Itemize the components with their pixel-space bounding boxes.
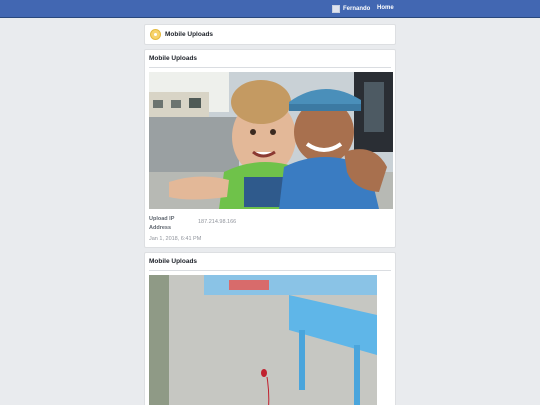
upload-card: Mobile Uploads	[144, 49, 396, 248]
user-profile-link[interactable]: Fernando	[332, 3, 370, 15]
uploaded-photo[interactable]	[149, 275, 377, 405]
upload-ip-label: Upload IP Address	[149, 216, 175, 231]
album-header-card: Mobile Uploads	[144, 24, 396, 45]
top-navigation-bar: Fernando Home	[0, 0, 540, 18]
uploaded-photo[interactable]	[149, 72, 393, 209]
album-title: Mobile Uploads	[165, 31, 214, 38]
home-link[interactable]: Home	[377, 5, 394, 11]
divider	[149, 270, 391, 271]
upload-card: Mobile Uploads	[144, 252, 396, 405]
user-name: Fernando	[343, 6, 371, 12]
section-title: Mobile Uploads	[149, 258, 198, 265]
divider	[149, 67, 391, 68]
upload-ip-value: 187.214.98.166	[198, 219, 237, 225]
upload-timestamp: Jan 1, 2018, 6:41 PM	[149, 236, 202, 242]
photos-icon	[150, 29, 161, 40]
user-avatar	[332, 5, 340, 13]
section-title: Mobile Uploads	[149, 55, 198, 62]
